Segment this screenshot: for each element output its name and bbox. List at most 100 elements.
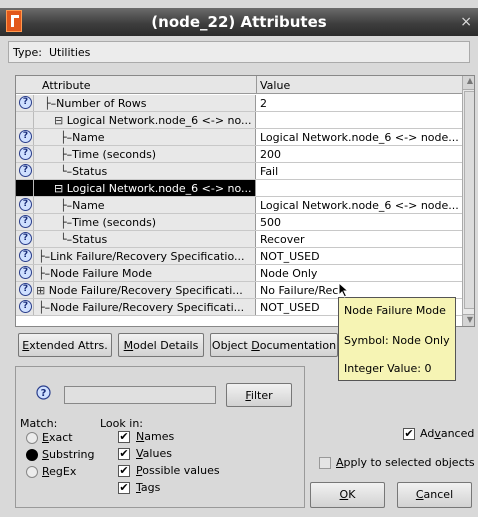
tooltip-symbol: Symbol: Node Only	[344, 334, 450, 347]
substring-radio-label[interactable]: Substring	[42, 448, 95, 461]
table-row[interactable]: ? └–Status Recover	[16, 231, 462, 248]
close-icon[interactable]: ×	[460, 14, 472, 30]
table-row[interactable]: ? ├–Name Logical Network.node_6 <-> node…	[16, 197, 462, 214]
help-icon[interactable]: ?	[19, 232, 32, 245]
attribute-name: Status	[72, 165, 108, 178]
table-row[interactable]: ⊟ Logical Network.node_6 <-> no...	[16, 112, 462, 129]
values-checkbox-label[interactable]: Values	[136, 447, 172, 460]
names-checkbox-label[interactable]: Names	[136, 430, 174, 443]
tooltip-title: Node Failure Mode	[344, 304, 446, 317]
model-details-button[interactable]: Model Details	[118, 333, 204, 357]
scroll-thumb[interactable]	[464, 91, 474, 309]
apply-selected-label[interactable]: Apply to selected objects	[336, 456, 475, 469]
value-tooltip: Node Failure Mode Symbol: Node Only Inte…	[338, 297, 456, 381]
column-divider[interactable]	[256, 76, 257, 94]
attribute-name: Link Failure/Recovery Specificatio...	[50, 250, 245, 263]
tags-checkbox[interactable]: ✔	[118, 482, 130, 494]
attribute-value[interactable]: No Failure/Rec	[257, 282, 462, 298]
collapse-icon[interactable]: ⊟	[54, 114, 63, 127]
help-icon[interactable]: ?	[19, 147, 32, 160]
values-checkbox[interactable]: ✔	[118, 448, 130, 460]
help-icon[interactable]: ?	[19, 283, 32, 296]
table-row[interactable]: ? ├–Node Failure Mode Node Only	[16, 265, 462, 282]
tree-line-icon: ├	[60, 216, 67, 229]
exact-radio-label[interactable]: Exact	[42, 431, 73, 444]
tree-line-icon: └	[60, 165, 67, 178]
extended-attrs-button[interactable]: Extended Attrs.	[18, 333, 112, 357]
attribute-name: Node Failure/Recovery Specificati...	[50, 301, 245, 314]
help-icon[interactable]: ?	[36, 385, 51, 400]
regex-radio[interactable]	[26, 466, 38, 478]
tree-line-icon: ├	[60, 131, 67, 144]
object-documentation-button[interactable]: Object Documentation	[210, 333, 338, 357]
table-row[interactable]: ? ├–Name Logical Network.node_6 <-> node…	[16, 129, 462, 146]
match-label: Match:	[20, 417, 58, 430]
help-icon[interactable]: ?	[19, 249, 32, 262]
ok-button[interactable]: OK	[310, 482, 385, 508]
table-row[interactable]: ? └–Status Fail	[16, 163, 462, 180]
attribute-value[interactable]: Logical Network.node_6 <-> node...	[257, 197, 462, 213]
tree-line-icon: ├	[60, 199, 67, 212]
table-row[interactable]: ? ├–Link Failure/Recovery Specificatio..…	[16, 248, 462, 265]
substring-radio[interactable]	[26, 449, 38, 461]
cancel-button[interactable]: Cancel	[397, 482, 472, 508]
table-row-selected[interactable]: ⊟ Logical Network.node_6 <-> no...	[16, 180, 462, 197]
help-icon[interactable]: ?	[19, 198, 32, 211]
attribute-value[interactable]: Recover	[257, 231, 462, 247]
vertical-scrollbar[interactable]: ▲ ▼	[462, 76, 474, 326]
attribute-value[interactable]	[257, 112, 462, 128]
attribute-name: Logical Network.node_6 <-> no...	[66, 182, 252, 195]
table-row[interactable]: ? ├–Time (seconds) 200	[16, 146, 462, 163]
exact-radio[interactable]	[26, 432, 38, 444]
attribute-value[interactable]: 200	[257, 146, 462, 162]
advanced-checkbox-label[interactable]: Advanced	[420, 427, 474, 440]
possible-values-checkbox-label[interactable]: Possible values	[136, 464, 220, 477]
attribute-name: Status	[72, 233, 108, 246]
help-icon[interactable]: ?	[19, 300, 32, 313]
filter-panel: ? Filter Match: Look in: Exact Substring…	[15, 366, 305, 508]
apply-selected-checkbox[interactable]	[319, 457, 331, 469]
attribute-value[interactable]: Fail	[257, 163, 462, 179]
tree-line-icon: ├	[60, 148, 67, 161]
attribute-name: Time (seconds)	[72, 216, 157, 229]
collapse-icon[interactable]: ⊟	[54, 182, 63, 195]
scroll-up-arrow-icon[interactable]: ▲	[463, 76, 474, 90]
filter-input[interactable]	[64, 386, 216, 404]
advanced-checkbox[interactable]: ✔	[403, 428, 415, 440]
tree-line-icon: ├	[38, 267, 45, 280]
value-column-header[interactable]: Value	[260, 79, 290, 92]
regex-radio-label[interactable]: RegEx	[42, 465, 76, 478]
table-row[interactable]: ? ├–Number of Rows 2	[16, 95, 462, 112]
help-icon[interactable]: ?	[19, 96, 32, 109]
attribute-value[interactable]	[257, 180, 462, 196]
attribute-name: Logical Network.node_6 <-> no...	[66, 114, 252, 127]
attribute-name: Time (seconds)	[72, 148, 157, 161]
window-title: (node_22) Attributes	[151, 13, 327, 31]
help-icon[interactable]: ?	[19, 266, 32, 279]
attribute-column-header[interactable]: Attribute	[42, 79, 91, 92]
title-bar[interactable]: (node_22) Attributes ×	[0, 8, 478, 36]
svg-text:?: ?	[41, 388, 47, 399]
attribute-value[interactable]: Node Only	[257, 265, 462, 281]
look-in-label: Look in:	[100, 417, 143, 430]
help-icon[interactable]: ?	[19, 164, 32, 177]
help-icon[interactable]: ?	[19, 215, 32, 228]
tags-checkbox-label[interactable]: Tags	[136, 481, 160, 494]
type-value: Utilities	[49, 46, 91, 59]
type-label: Type:	[13, 46, 42, 59]
attribute-value[interactable]: 500	[257, 214, 462, 230]
attribute-name: Node Failure/Recovery Specificati...	[48, 284, 243, 297]
expand-icon[interactable]: ⊞	[36, 284, 45, 297]
attribute-name: Name	[72, 131, 105, 144]
tree-line-icon: ├	[44, 97, 51, 110]
possible-values-checkbox[interactable]: ✔	[118, 465, 130, 477]
filter-button[interactable]: Filter	[226, 383, 292, 407]
attribute-value[interactable]: 2	[257, 95, 462, 111]
help-icon[interactable]: ?	[19, 130, 32, 143]
attribute-value[interactable]: NOT_USED	[257, 248, 462, 264]
table-row[interactable]: ? ├–Time (seconds) 500	[16, 214, 462, 231]
tree-line-icon: └	[60, 233, 67, 246]
attribute-value[interactable]: Logical Network.node_6 <-> node...	[257, 129, 462, 145]
names-checkbox[interactable]: ✔	[118, 431, 130, 443]
scroll-down-arrow-icon[interactable]: ▼	[463, 314, 474, 326]
